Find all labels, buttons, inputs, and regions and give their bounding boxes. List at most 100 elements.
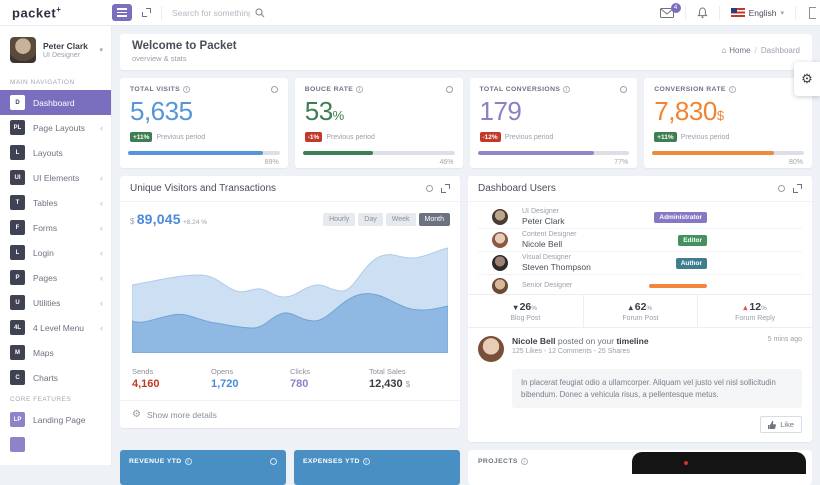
stat-note: Previous period xyxy=(681,134,730,141)
progress-bar xyxy=(128,151,280,155)
sidebar-item-layouts[interactable]: L Layouts xyxy=(0,140,111,165)
menu-icon xyxy=(10,437,25,452)
user-role: UI Designer xyxy=(43,52,88,59)
info-icon[interactable] xyxy=(356,86,363,93)
messages-button[interactable]: 4 xyxy=(660,8,674,18)
notifications-button[interactable] xyxy=(697,7,708,19)
expand-icon[interactable] xyxy=(441,184,450,193)
top-navbar: packet+ 4 English ▾ xyxy=(0,0,820,26)
sidebar-item-dashboard[interactable]: D Dashboard xyxy=(0,90,111,115)
trend-badge: +11% xyxy=(654,132,676,142)
progress-percent: 77% xyxy=(614,159,628,166)
stat-label: TOTAL CONVERSIONS xyxy=(480,86,561,93)
sidebar-item-partial[interactable] xyxy=(0,432,111,457)
sidebar-item-landing-page[interactable]: LP Landing Page xyxy=(0,407,111,432)
logout-icon[interactable] xyxy=(809,7,816,19)
fullscreen-icon[interactable] xyxy=(142,8,151,17)
sidebar-item-utilities[interactable]: U Utilities ‹ xyxy=(0,290,111,315)
sidebar-user-panel[interactable]: Peter Clark UI Designer ▾ xyxy=(0,26,111,73)
info-icon[interactable] xyxy=(183,86,190,93)
nav-section-label: MAIN NAVIGATION xyxy=(0,73,111,90)
nav-section-label: CORE FEATURES xyxy=(0,390,111,407)
utilities-icon: U xyxy=(10,295,25,310)
chart-delta: +8.24 % xyxy=(183,219,207,226)
sidebar-item-pages[interactable]: P Pages ‹ xyxy=(0,265,111,290)
period-hourly-button[interactable]: Hourly xyxy=(323,213,355,226)
page-subtitle: overview & stats xyxy=(132,54,237,63)
breadcrumb: Home / Dashboard xyxy=(721,46,800,55)
forum-reply-stat: ▴12% Forum Reply xyxy=(697,295,812,327)
user-avatar xyxy=(10,37,36,63)
avatar xyxy=(492,278,508,294)
dashboard-icon: D xyxy=(10,95,25,110)
user-row[interactable]: Senior Designer xyxy=(478,275,802,294)
progress-percent: 46% xyxy=(439,159,453,166)
progress-bar xyxy=(652,151,804,155)
theme-settings-button[interactable]: ⚙ xyxy=(794,62,820,96)
stat-clicks: Clicks 780 xyxy=(290,367,369,390)
like-button[interactable]: Like xyxy=(760,416,802,433)
breadcrumb-home-link[interactable]: Home xyxy=(721,46,750,55)
role-badge: Administrator xyxy=(654,212,707,223)
search-icon[interactable] xyxy=(255,8,265,18)
info-icon[interactable] xyxy=(521,458,528,465)
language-selector[interactable]: English ▾ xyxy=(731,8,784,18)
stat-value: 179 xyxy=(480,96,628,127)
user-row[interactable]: Visual DesignerSteven Thompson Author xyxy=(478,252,802,275)
refresh-icon[interactable] xyxy=(778,185,785,192)
expand-icon[interactable] xyxy=(793,184,802,193)
bell-icon xyxy=(697,7,708,19)
refresh-icon[interactable] xyxy=(270,458,277,465)
refresh-icon[interactable] xyxy=(446,86,453,93)
4-level-menu-icon: 4L xyxy=(10,320,25,335)
user-row[interactable]: Content DesignerNicole Bell Editor xyxy=(478,229,802,252)
stat-card-bounce-rate: BOUCE RATE 53% -1%Previous period 46% xyxy=(295,78,463,168)
refresh-icon[interactable] xyxy=(426,185,433,192)
page-layouts-icon: PL xyxy=(10,120,25,135)
card-title: EXPENSES YTD xyxy=(303,458,360,465)
sidebar-item-charts[interactable]: C Charts xyxy=(0,365,111,390)
show-more-details-link[interactable]: ⚙ Show more details xyxy=(120,400,460,428)
us-flag-icon xyxy=(731,8,745,17)
charts-icon: C xyxy=(10,370,25,385)
period-week-button[interactable]: Week xyxy=(386,213,416,226)
area-chart[interactable] xyxy=(120,231,460,358)
sidebar-toggle-button[interactable] xyxy=(112,4,132,21)
refresh-icon[interactable] xyxy=(271,86,278,93)
info-icon[interactable] xyxy=(729,86,736,93)
forum-post-stat: ▴62% Forum Post xyxy=(583,295,698,327)
info-icon[interactable] xyxy=(363,458,370,465)
projects-card: PROJECTS xyxy=(468,450,812,485)
messages-count-badge: 4 xyxy=(671,3,681,13)
sidebar-item-page-layouts[interactable]: PL Page Layouts ‹ xyxy=(0,115,111,140)
thumbs-up-icon xyxy=(768,421,776,429)
user-row[interactable]: UI DesignerPeter Clark Administrator xyxy=(478,206,802,229)
info-icon[interactable] xyxy=(185,458,192,465)
user-menu-caret-icon[interactable]: ▾ xyxy=(99,46,103,54)
sidebar-item-forms[interactable]: F Forms ‹ xyxy=(0,215,111,240)
dashboard-users-card: Dashboard Users UI DesignerPeter Clark A… xyxy=(468,176,812,442)
stat-value: 5,635 xyxy=(130,96,278,127)
stat-opens: Opens 1,720 xyxy=(211,367,290,390)
users-list: UI DesignerPeter Clark Administrator Con… xyxy=(468,202,812,294)
maps-icon: M xyxy=(10,345,25,360)
sidebar-item-login[interactable]: L Login ‹ xyxy=(0,240,111,265)
app-logo[interactable]: packet+ xyxy=(0,5,112,20)
layouts-icon: L xyxy=(10,145,25,160)
sidebar-item-maps[interactable]: M Maps xyxy=(0,340,111,365)
sidebar-item-ui-elements[interactable]: UI UI Elements ‹ xyxy=(0,165,111,190)
sidebar-item-4-level-menu[interactable]: 4L 4 Level Menu ‹ xyxy=(0,315,111,340)
expenses-ytd-card: EXPENSES YTD xyxy=(294,450,460,485)
period-month-button[interactable]: Month xyxy=(419,213,450,226)
landing-page-icon: LP xyxy=(10,412,25,427)
visitors-transactions-card: Unique Visitors and Transactions $ 89,04… xyxy=(120,176,460,428)
search-input[interactable] xyxy=(172,8,250,18)
search-bar xyxy=(172,8,265,18)
period-day-button[interactable]: Day xyxy=(358,213,382,226)
sidebar-item-tables[interactable]: T Tables ‹ xyxy=(0,190,111,215)
stat-value: 7,830$ xyxy=(654,96,802,127)
info-icon[interactable] xyxy=(563,86,570,93)
activity-feed: Nicole Bell posted on your timeline 125 … xyxy=(468,328,812,442)
refresh-icon[interactable] xyxy=(620,86,627,93)
divider xyxy=(795,6,796,20)
